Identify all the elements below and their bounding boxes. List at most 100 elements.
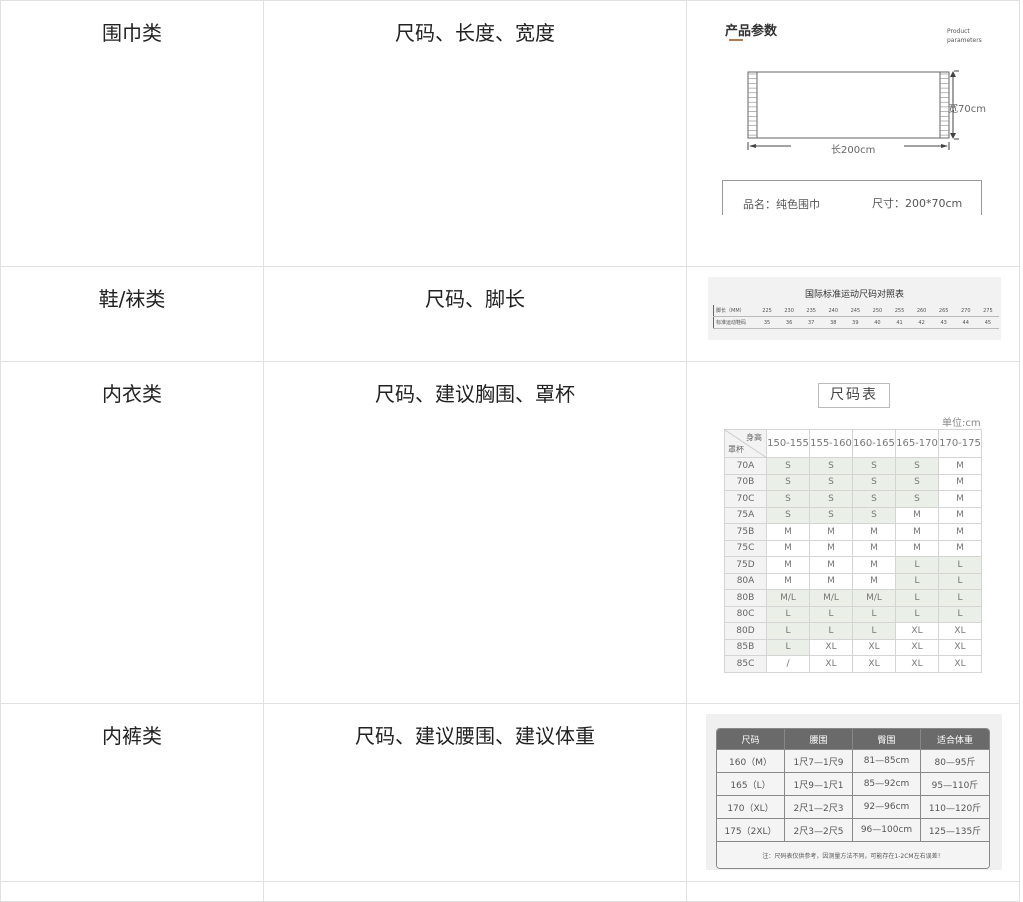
size-cell: L <box>852 622 896 640</box>
table-cell: 110—120斤 <box>921 796 989 819</box>
size-cell: S <box>852 490 896 508</box>
image-cell: 国际标准运动尺码对照表 脚长（MM） 225 230 235 240 245 250 255… <box>686 266 1020 362</box>
table-row: 75A S S S M M <box>724 506 982 524</box>
foot-length-row: 脚长（MM） 225 230 235 240 245 250 255 260 265 270 275 <box>713 305 999 317</box>
shoe-size-cell: 38 <box>822 316 845 329</box>
table-row: 85B L XL XL XL XL <box>724 638 982 656</box>
size-cell: XL <box>809 655 853 673</box>
size-cell: M <box>938 523 982 541</box>
size-cell: XL <box>938 638 982 656</box>
shoe-size-cell: 230 <box>778 305 801 317</box>
note-text: 注：尺码表仅供参考，因测量方法不同，可能存在1-2CM左右误差！ <box>717 842 989 868</box>
table-cell: 175（2XL） <box>717 819 785 842</box>
shoe-size-cell: 40 <box>866 316 889 329</box>
size-cell: M <box>809 539 853 557</box>
size-cell: L <box>895 605 939 623</box>
height-range-header: 165-170 <box>895 429 939 458</box>
column-header: 尺码 <box>717 729 785 750</box>
cup-size-header: 70A <box>724 457 767 475</box>
size-cell: L <box>766 622 810 640</box>
size-cell: L <box>809 605 853 623</box>
shoe-size-cell: 250 <box>866 305 889 317</box>
fields-cell: 尺码、建议胸围、罩杯 <box>263 361 687 704</box>
height-range-header: 170-175 <box>938 429 982 458</box>
table-cell: 2尺3—2尺5 <box>785 819 853 842</box>
fields-cell: 尺码、长度、宽度 <box>263 0 687 267</box>
shoe-size-cell: 36 <box>778 316 801 329</box>
table-row: 内衣类 尺码、建议胸围、罩杯 尺码表 单位:cm 身高 罩杯 150-155 15… <box>0 361 1020 704</box>
table-row: 内裤类 尺码、建议腰围、建议体重 尺码 腰围 臀围 适合体重 160（M） 1尺7—1尺9… <box>0 703 1020 882</box>
table-row: 围巾类 尺码、长度、宽度 产品参数 Product parameters 宽70… <box>0 0 1020 267</box>
image-cell: 尺码表 单位:cm 身高 罩杯 150-155 155-160 160-165 165… <box>686 361 1020 704</box>
size-cell: M <box>809 523 853 541</box>
table-row: 75C M M M M M <box>724 539 982 557</box>
shoe-size-cell: 245 <box>844 305 867 317</box>
cup-size-header: 85B <box>724 638 767 656</box>
shoe-size-row: 标准运动鞋码 35 36 37 38 39 40 41 42 43 44 45 <box>713 316 999 329</box>
table-row: 80A M M M L L <box>724 572 982 590</box>
column-header: 臀围 <box>853 729 921 750</box>
size-cell: XL <box>938 622 982 640</box>
table-row: 鞋/袜类 尺码、脚长 国际标准运动尺码对照表 脚长（MM） 225 230 235 2… <box>0 266 1020 362</box>
table-row: 75D M M M L L <box>724 556 982 574</box>
table-cell: 96—100cm <box>853 819 921 842</box>
category-cell: 内衣类 <box>0 361 264 704</box>
cup-size-header: 75A <box>724 506 767 524</box>
shoe-size-cell: 43 <box>932 316 955 329</box>
size-cell: S <box>895 490 939 508</box>
table-row: 160（M） 1尺7—1尺9 81—85cm 80—95斤 <box>717 750 989 773</box>
size-cell: S <box>852 473 896 491</box>
size-cell: L <box>766 605 810 623</box>
category-cell: 鞋/袜类 <box>0 266 264 362</box>
cup-size-header: 75D <box>724 556 767 574</box>
size-cell: L <box>938 556 982 574</box>
size-cell: M <box>766 523 810 541</box>
size-cell: XL <box>895 622 939 640</box>
size-cell: M/L <box>766 589 810 607</box>
size-cell: M <box>766 572 810 590</box>
bra-size-table: 身高 罩杯 150-155 155-160 160-165 165-170 170-17… <box>724 429 982 673</box>
shoe-size-cell: 37 <box>800 316 823 329</box>
row-header: 标准运动鞋码 <box>713 316 756 329</box>
size-cell: M/L <box>809 589 853 607</box>
table-cell: 1尺9—1尺1 <box>785 773 853 796</box>
size-cell: M <box>938 539 982 557</box>
table-cell: 165（L） <box>717 773 785 796</box>
shoe-chart-title: 国际标准运动尺码对照表 <box>804 290 904 300</box>
size-cell: XL <box>809 638 853 656</box>
table-row: 75B M M M M M <box>724 523 982 541</box>
shoe-size-cell: 42 <box>910 316 933 329</box>
fields-cell: 尺码、脚长 <box>263 266 687 362</box>
corner-cell: 身高 罩杯 <box>724 429 767 458</box>
table-row: 175（2XL） 2尺3—2尺5 96—100cm 125—135斤 <box>717 819 989 842</box>
size-cell: S <box>809 473 853 491</box>
bra-chart-title: 尺码表 <box>818 383 890 408</box>
table-cell: 170（XL） <box>717 796 785 819</box>
table-row: 70A S S S S M <box>724 457 982 475</box>
size-cell: M <box>852 523 896 541</box>
shoe-size-cell: 44 <box>954 316 977 329</box>
shoe-size-cell: 260 <box>910 305 933 317</box>
cup-size-header: 85C <box>724 655 767 673</box>
size-cell: M <box>852 572 896 590</box>
table-row: 170（XL） 2尺1—2尺3 92—96cm 110—120斤 <box>717 796 989 819</box>
cup-size-header: 80A <box>724 572 767 590</box>
size-cell: / <box>766 655 810 673</box>
shoe-size-chart-image: 国际标准运动尺码对照表 脚长（MM） 225 230 235 240 245 250 255… <box>708 277 1001 340</box>
shoe-size-cell: 41 <box>888 316 911 329</box>
size-cell: S <box>766 490 810 508</box>
scarf-body <box>756 71 941 139</box>
shoe-size-cell: 45 <box>976 316 999 329</box>
size-cell: S <box>809 490 853 508</box>
width-label: 宽70cm <box>948 104 986 115</box>
cup-size-header: 75C <box>724 539 767 557</box>
size-cell: XL <box>895 655 939 673</box>
table-cell: 125—135斤 <box>921 819 989 842</box>
table-cell: 80—95斤 <box>921 750 989 773</box>
size-cell: L <box>938 572 982 590</box>
size-cell: M <box>852 539 896 557</box>
column-header: 适合体重 <box>921 729 989 750</box>
size-cell: M <box>895 539 939 557</box>
size-cell: L <box>895 572 939 590</box>
shoe-size-cell: 235 <box>800 305 823 317</box>
